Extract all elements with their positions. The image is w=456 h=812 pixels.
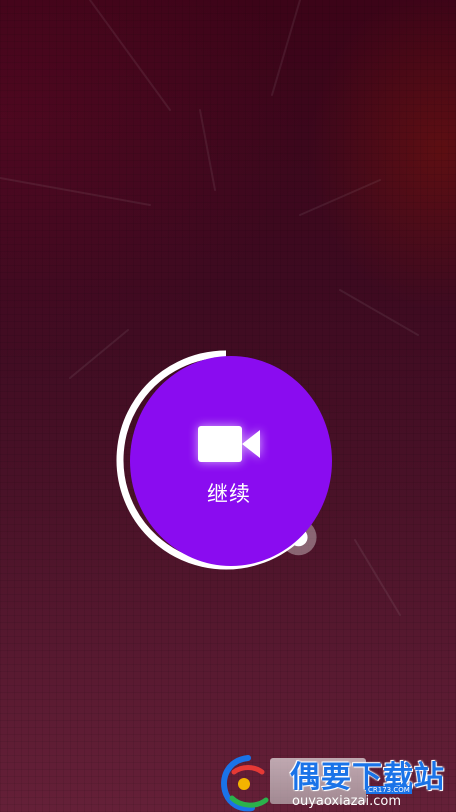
watermark-sub-tag: CR173.COM bbox=[366, 786, 412, 794]
recorder-screen: 继续 偶要下载站 CR173.COM ouyaoxiazai.com bbox=[0, 0, 456, 812]
watermark-logo-icon bbox=[221, 755, 269, 812]
watermark-domain: ouyaoxiazai.com bbox=[292, 794, 401, 809]
continue-label: 继续 bbox=[207, 482, 251, 506]
site-watermark: 偶要下载站 CR173.COM ouyaoxiazai.com bbox=[218, 752, 456, 812]
video-camera-icon bbox=[198, 426, 260, 462]
